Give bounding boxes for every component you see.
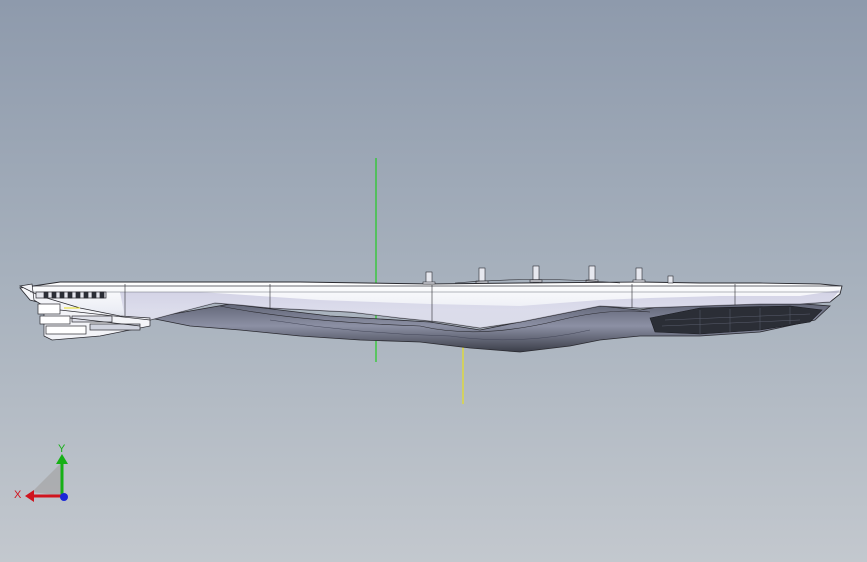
coordinate-triad: Y X xyxy=(14,443,68,502)
triad-z-axis xyxy=(60,493,68,501)
graphics-viewport[interactable]: Y X xyxy=(0,0,867,562)
triad-x-label: X xyxy=(14,489,22,501)
model-scene[interactable] xyxy=(0,0,867,562)
triad-base-shape xyxy=(32,462,62,496)
triad-y-arrowhead xyxy=(56,454,68,464)
triad-y-label: Y xyxy=(58,443,66,455)
triad-x-arrowhead xyxy=(25,490,34,502)
board-model xyxy=(18,265,843,353)
mounting-posts xyxy=(422,265,674,285)
